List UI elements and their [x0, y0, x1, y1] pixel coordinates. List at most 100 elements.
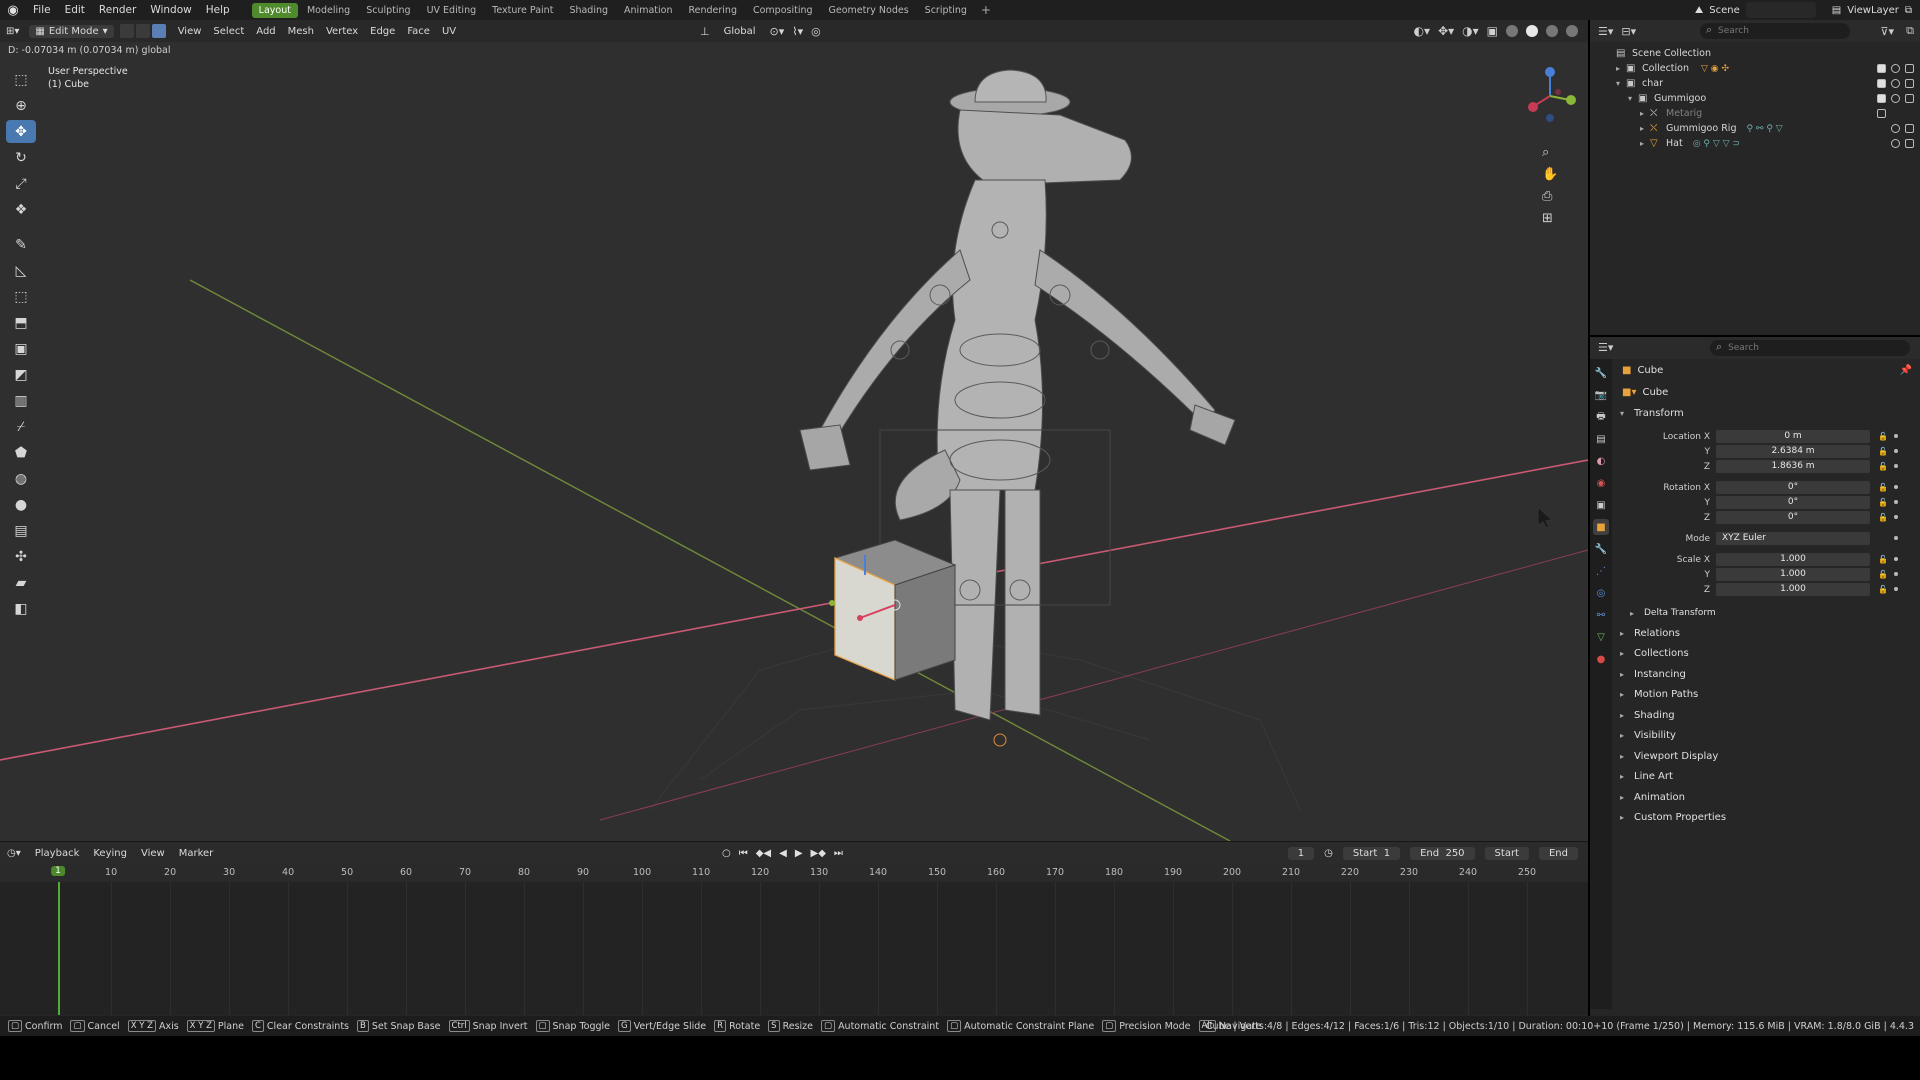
panel-header-custom-properties[interactable]: ▸ Custom Properties: [1614, 808, 1920, 829]
material-shading-icon[interactable]: [1546, 25, 1558, 37]
keyframe-dot-icon[interactable]: [1894, 449, 1898, 453]
checkbox-icon[interactable]: [1877, 64, 1886, 73]
end-frame-field[interactable]: End 250: [1410, 846, 1475, 860]
tab-animation[interactable]: Animation: [617, 3, 679, 18]
marker-start-field[interactable]: Start: [1484, 846, 1529, 860]
inset-tool-icon[interactable]: ▣: [6, 337, 36, 360]
lock-icon[interactable]: 🔓: [1878, 462, 1888, 471]
transform-tool-icon[interactable]: ❖: [6, 198, 36, 221]
jump-end-icon[interactable]: ⏭: [834, 848, 843, 859]
new-view-layer-icon[interactable]: ⧉: [1905, 5, 1912, 16]
menu-playback[interactable]: Playback: [28, 848, 87, 859]
keyframe-dot-icon[interactable]: [1894, 587, 1898, 591]
shrink-fatten-tool-icon[interactable]: ✣: [6, 545, 36, 568]
annotate-tool-icon[interactable]: ✎: [6, 233, 36, 256]
panel-header-visibility[interactable]: ▸ Visibility: [1614, 726, 1920, 747]
keyframe-dot-icon[interactable]: [1894, 485, 1898, 489]
scene-field[interactable]: [1745, 2, 1816, 18]
object-tab-icon[interactable]: ■: [1593, 519, 1609, 535]
timeline-body[interactable]: [0, 882, 1588, 1015]
poly-build-tool-icon[interactable]: ⬟: [6, 441, 36, 464]
snap-icon[interactable]: ⌇▾: [792, 25, 803, 38]
expand-arrow-icon[interactable]: ▸: [1640, 139, 1650, 148]
keyframe-dot-icon[interactable]: [1894, 557, 1898, 561]
lock-icon[interactable]: 🔓: [1878, 447, 1888, 456]
location-z-field[interactable]: 1.8636 m: [1716, 460, 1870, 473]
eye-icon[interactable]: [1891, 79, 1900, 88]
overlay-icon[interactable]: ◑▾: [1462, 24, 1479, 38]
data-tab-icon[interactable]: ▽: [1593, 629, 1609, 645]
outliner-row-scene-collection[interactable]: ▤ Scene Collection: [1590, 46, 1920, 61]
menu-edit[interactable]: Edit: [58, 4, 92, 16]
3d-viewport[interactable]: ⊞▾ ▦ Edit Mode ▾ View Select Add Mesh Ve…: [0, 20, 1588, 841]
keyframe-dot-icon[interactable]: [1894, 572, 1898, 576]
camera-icon[interactable]: [1905, 94, 1914, 103]
gizmo-icon[interactable]: ✥▾: [1438, 24, 1454, 38]
keyframe-dot-icon[interactable]: [1894, 536, 1898, 540]
play-reverse-icon[interactable]: ◀: [779, 848, 787, 859]
menu-edge[interactable]: Edge: [364, 25, 401, 38]
transform-orientation[interactable]: ⊥ Global ⊙▾ ⌇▾ ◎: [700, 25, 821, 38]
scale-tool-icon[interactable]: ⤢: [6, 172, 36, 195]
object-data-icon[interactable]: ■▾: [1622, 387, 1636, 398]
material-tab-icon[interactable]: ●: [1593, 651, 1609, 667]
menu-select[interactable]: Select: [207, 25, 250, 38]
playhead[interactable]: [58, 882, 60, 1015]
rendered-shading-icon[interactable]: [1566, 25, 1578, 37]
tab-rendering[interactable]: Rendering: [681, 3, 744, 18]
physics-tab-icon[interactable]: ◎: [1593, 585, 1609, 601]
camera-icon[interactable]: [1905, 64, 1914, 73]
rotation-x-field[interactable]: 0°: [1716, 481, 1870, 494]
ortho-grid-icon[interactable]: ⊞: [1542, 211, 1553, 226]
menu-vertex[interactable]: Vertex: [320, 25, 364, 38]
camera-view-icon[interactable]: ⎙: [1542, 189, 1553, 204]
axis-gizmo[interactable]: [1528, 67, 1576, 122]
tab-uv-editing[interactable]: UV Editing: [420, 3, 484, 18]
tool-tab-icon[interactable]: 🔧: [1593, 365, 1609, 381]
record-icon[interactable]: ○: [722, 848, 731, 859]
rotate-tool-icon[interactable]: ↻: [6, 146, 36, 169]
menu-add[interactable]: Add: [250, 25, 281, 38]
outliner-row-collection[interactable]: ▸ ▣ Collection ▽ ◉ ✣: [1590, 61, 1920, 76]
eye-icon[interactable]: [1891, 64, 1900, 73]
rotation-z-field[interactable]: 0°: [1716, 511, 1870, 524]
proportional-edit-icon[interactable]: ◎: [811, 25, 821, 38]
cursor-tool-icon[interactable]: ⊕: [6, 94, 36, 117]
eye-icon[interactable]: [1891, 139, 1900, 148]
tab-sculpting[interactable]: Sculpting: [359, 3, 417, 18]
expand-arrow-icon[interactable]: ▾: [1616, 79, 1626, 88]
scene-selector[interactable]: ⛰ Scene: [1687, 2, 1824, 18]
tab-compositing[interactable]: Compositing: [746, 3, 820, 18]
tab-scripting[interactable]: Scripting: [918, 3, 974, 18]
expand-arrow-icon[interactable]: ▸: [1616, 64, 1626, 73]
bevel-tool-icon[interactable]: ◩: [6, 363, 36, 386]
edge-slide-tool-icon[interactable]: ▤: [6, 519, 36, 542]
scale-y-field[interactable]: 1.000: [1716, 568, 1870, 581]
menu-marker[interactable]: Marker: [172, 848, 221, 859]
panel-header-collections[interactable]: ▸ Collections: [1614, 644, 1920, 665]
keyframe-dot-icon[interactable]: [1894, 515, 1898, 519]
editor-type-icon[interactable]: ⊞▾: [0, 25, 25, 38]
outliner-row-hat[interactable]: ▸ ▽ Hat ◎ ⚲ ▽ ▽ ⊃: [1590, 136, 1920, 151]
rip-tool-icon[interactable]: ◧: [6, 597, 36, 620]
panel-header-motion-paths[interactable]: ▸ Motion Paths: [1614, 685, 1920, 706]
expand-arrow-icon[interactable]: ▸: [1640, 109, 1650, 118]
menu-mesh[interactable]: Mesh: [282, 25, 320, 38]
tab-layout[interactable]: Layout: [251, 2, 298, 18]
expand-arrow-icon[interactable]: ▸: [1640, 124, 1650, 133]
tab-modeling[interactable]: Modeling: [300, 3, 357, 18]
menu-window[interactable]: Window: [143, 4, 198, 16]
prev-keyframe-icon[interactable]: ◆◀: [756, 848, 771, 859]
pan-hand-icon[interactable]: ✋: [1542, 166, 1558, 182]
outliner-row-char[interactable]: ▾ ▣ char: [1590, 76, 1920, 91]
wireframe-shading-icon[interactable]: [1506, 25, 1518, 37]
output-tab-icon[interactable]: 🖶: [1593, 409, 1609, 425]
selected-cube[interactable]: [829, 539, 957, 681]
select-box-icon[interactable]: ⬚: [6, 68, 36, 91]
panel-header-viewport-display[interactable]: ▸ Viewport Display: [1614, 746, 1920, 767]
camera-icon[interactable]: [1905, 139, 1914, 148]
panel-header-line-art[interactable]: ▸ Line Art: [1614, 767, 1920, 788]
keyframe-dot-icon[interactable]: [1894, 464, 1898, 468]
current-frame-indicator[interactable]: 1: [51, 866, 65, 876]
modifier-tab-icon[interactable]: 🔧: [1593, 541, 1609, 557]
